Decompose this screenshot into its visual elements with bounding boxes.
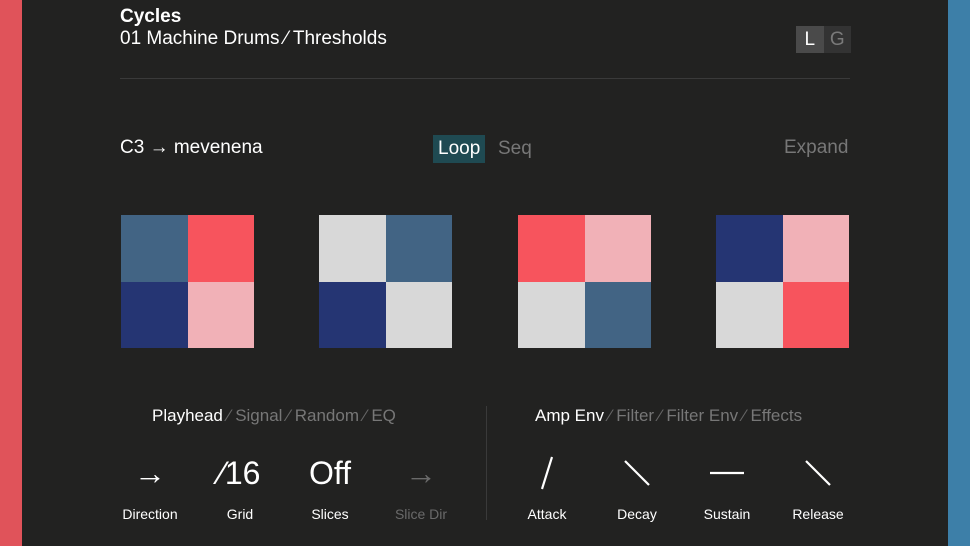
tab-random[interactable]: Random	[295, 406, 359, 425]
attack-curve-icon	[502, 448, 592, 498]
right-accent-bar	[948, 0, 970, 546]
pad-4[interactable]	[716, 215, 849, 348]
grid-label: Grid	[226, 506, 254, 522]
grid-value: ⁄16	[219, 454, 261, 491]
direction-value: →	[134, 454, 166, 491]
slice-dir-control[interactable]: → Slice Dir	[376, 448, 466, 523]
slice-dir-value: →	[405, 454, 437, 491]
pad-3-cell-2	[584, 215, 651, 282]
pad-2[interactable]	[319, 215, 452, 348]
toggle-g[interactable]: G	[824, 26, 852, 53]
direction-control[interactable]: → Direction	[105, 448, 195, 523]
tab-eq[interactable]: EQ	[371, 406, 396, 425]
pad-1-cell-3	[121, 281, 188, 348]
attack-control[interactable]: Attack	[502, 448, 592, 522]
slices-label: Slices	[311, 506, 349, 522]
sustain-level-icon	[682, 448, 772, 498]
pad-1-cell-1	[121, 215, 188, 282]
tab-playhead[interactable]: Playhead	[152, 406, 223, 425]
pad-3-cell-3	[518, 281, 585, 348]
sustain-control[interactable]: Sustain	[682, 448, 772, 522]
app-title: Cycles	[120, 6, 182, 27]
key-mapping[interactable]: C3 → mevenena	[120, 137, 263, 159]
pad-2-cell-1	[319, 215, 386, 282]
slice-dir-label: Slice Dir	[394, 506, 448, 522]
pad-3-cell-4	[584, 281, 651, 348]
pad-1-cell-2	[187, 215, 254, 282]
panel-divider	[486, 406, 487, 520]
mode-loop-button[interactable]: Loop	[433, 135, 486, 163]
tab-filter-env[interactable]: Filter Env	[666, 406, 738, 425]
left-panel-tabs: Playhead ⁄ Signal ⁄ Random ⁄ EQ	[152, 406, 396, 425]
slices-value: Off	[308, 454, 352, 491]
preset-name[interactable]: 01 Machine Drums ⁄ Thresholds	[120, 28, 387, 50]
pad-2-cell-4	[385, 281, 452, 348]
attack-label: Attack	[527, 506, 567, 522]
tab-signal[interactable]: Signal	[235, 406, 282, 425]
release-curve-icon	[773, 448, 863, 498]
left-accent-bar	[0, 0, 22, 546]
release-control[interactable]: Release	[773, 448, 863, 522]
slices-control[interactable]: Off Slices	[285, 448, 375, 523]
toggle-l[interactable]: L	[796, 26, 824, 53]
decay-label: Decay	[617, 506, 657, 522]
direction-label: Direction	[122, 506, 178, 522]
pad-3-cell-1	[518, 215, 585, 282]
pad-4-cell-3	[716, 281, 783, 348]
expand-button[interactable]: Expand	[784, 137, 848, 159]
pad-4-cell-2	[782, 215, 849, 282]
pad-3[interactable]	[518, 215, 651, 348]
pad-1-cell-4	[187, 281, 254, 348]
pad-1[interactable]	[121, 215, 254, 348]
grid-control[interactable]: ⁄16 Grid	[195, 448, 285, 523]
decay-control[interactable]: Decay	[592, 448, 682, 522]
tab-effects[interactable]: Effects	[750, 406, 802, 425]
right-panel-tabs: Amp Env ⁄ Filter ⁄ Filter Env ⁄ Effects	[535, 406, 803, 425]
header-divider	[120, 78, 850, 79]
sustain-label: Sustain	[703, 506, 751, 522]
lg-toggle[interactable]: L G	[796, 26, 851, 53]
release-label: Release	[792, 506, 844, 522]
pad-4-cell-4	[782, 281, 849, 348]
pad-2-cell-3	[319, 281, 386, 348]
tab-filter[interactable]: Filter	[616, 406, 654, 425]
mode-seq-button[interactable]: Seq	[498, 135, 532, 163]
pad-2-cell-2	[385, 215, 452, 282]
tab-amp-env[interactable]: Amp Env	[535, 406, 604, 425]
decay-curve-icon	[592, 448, 682, 498]
pad-4-cell-1	[716, 215, 783, 282]
